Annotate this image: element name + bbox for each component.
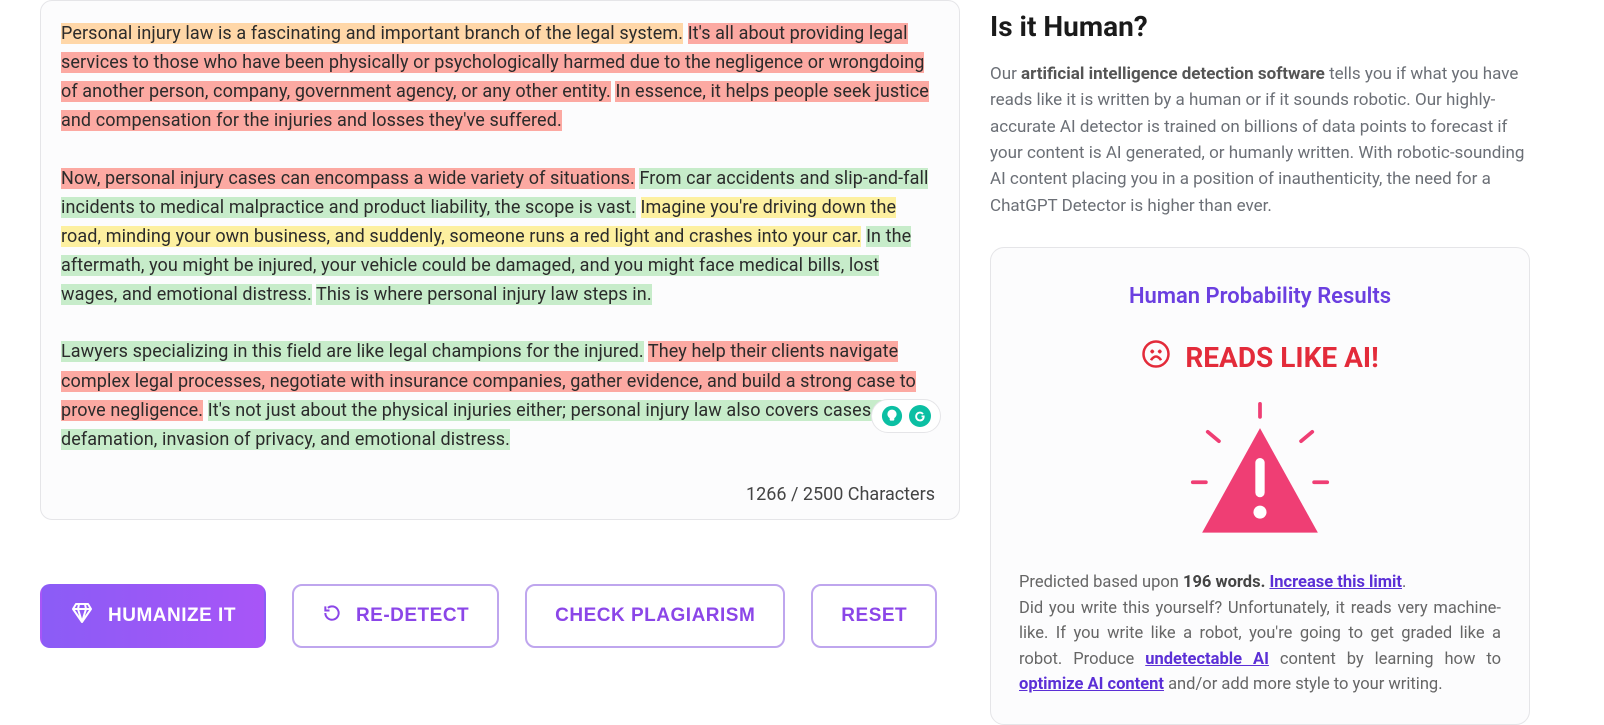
- humanize-label: HUMANIZE IT: [108, 605, 236, 627]
- lightbulb-icon[interactable]: [878, 402, 906, 430]
- verdict-text: READS LIKE AI!: [1185, 341, 1378, 374]
- panel-title: Is it Human?: [990, 10, 1530, 43]
- optimize-link[interactable]: optimize AI content: [1019, 675, 1164, 694]
- reset-button[interactable]: RESET: [811, 584, 937, 648]
- editor-helpers: [871, 399, 941, 433]
- highlight-segment: Personal injury law is a fascinating and…: [61, 23, 683, 44]
- frown-icon: [1141, 339, 1171, 376]
- plagiarism-label: CHECK PLAGIARISM: [555, 605, 755, 627]
- redetect-label: RE-DETECT: [356, 605, 469, 627]
- redetect-button[interactable]: RE-DETECT: [292, 584, 499, 648]
- editor-panel: Personal injury law is a fascinating and…: [40, 0, 960, 520]
- verdict: READS LIKE AI!: [1019, 339, 1501, 376]
- action-buttons: HUMANIZE IT RE-DETECT CHECK PLAGIARISM R…: [40, 584, 960, 648]
- redo-icon: [322, 603, 342, 629]
- result-card: Human Probability Results READS LIKE AI!: [990, 247, 1530, 725]
- humanize-button[interactable]: HUMANIZE IT: [40, 584, 266, 648]
- warning-icon: [1019, 402, 1501, 542]
- highlight-segment: This is where personal injury law steps …: [316, 284, 652, 305]
- editor-text[interactable]: Personal injury law is a fascinating and…: [61, 19, 939, 454]
- result-body: Predicted based upon 196 words. Increase…: [1019, 570, 1501, 698]
- result-title: Human Probability Results: [1019, 284, 1501, 309]
- diamond-icon: [70, 602, 94, 630]
- highlight-segment: Now, personal injury cases can encompass…: [61, 168, 635, 189]
- undetectable-ai-link[interactable]: undetectable AI: [1145, 650, 1269, 669]
- character-counter: 1266 / 2500 Characters: [746, 484, 935, 505]
- increase-limit-link[interactable]: Increase this limit: [1269, 573, 1402, 592]
- highlight-segment: Lawyers specializing in this field are l…: [61, 341, 644, 362]
- reset-label: RESET: [841, 605, 907, 627]
- grammarly-icon[interactable]: [906, 402, 934, 430]
- plagiarism-button[interactable]: CHECK PLAGIARISM: [525, 584, 785, 648]
- panel-description: Our artificial intelligence detection so…: [990, 61, 1530, 219]
